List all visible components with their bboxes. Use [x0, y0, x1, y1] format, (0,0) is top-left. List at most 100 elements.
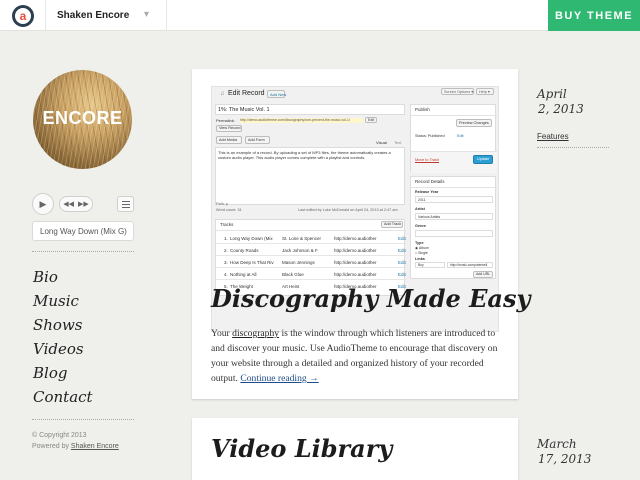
artist-label: Artist — [415, 207, 425, 211]
type-label: Type — [415, 241, 424, 245]
excerpt-text: Your — [211, 328, 233, 339]
nav-item-videos[interactable]: Videos — [33, 337, 93, 361]
editor-path: Path: p — [216, 202, 229, 206]
top-bar: a Shaken Encore ▾ BUY THEME — [0, 0, 640, 31]
next-track-icon[interactable]: ▶▶ — [78, 200, 89, 208]
record-icon: ♫ — [220, 91, 225, 97]
track-number: 3. — [224, 260, 228, 265]
track-row: 2. County Roads Jack Johnson & F http://… — [216, 245, 406, 256]
add-track-button: Add Track — [381, 221, 403, 228]
nav-item-shows[interactable]: Shows — [33, 313, 93, 337]
previous-track-icon[interactable]: ◀◀ — [63, 200, 74, 208]
permalink-label: Permalink: — [216, 118, 235, 123]
post-date-day-year: 2, 2013 — [538, 102, 584, 116]
logo-letter: a — [19, 8, 27, 23]
post-excerpt: Your discography is the window through w… — [211, 326, 501, 386]
buy-theme-button[interactable]: BUY THEME — [548, 0, 640, 31]
permalink-edit-label: Edit — [368, 118, 375, 122]
main-navigation: Bio Music Shows Videos Blog Contact — [33, 265, 93, 409]
title-field: 1%: The Music Vol. 1 — [215, 104, 405, 115]
track-artist: Black Glue — [282, 272, 304, 277]
add-new-label: Add New — [270, 92, 287, 97]
nav-item-music[interactable]: Music — [33, 289, 93, 313]
prev-next-controls: ◀◀ ▶▶ — [59, 196, 93, 212]
permalink-url: http://demo.audiotheme.com/discography/o… — [240, 118, 350, 122]
permalink-edit-button: Edit — [365, 117, 377, 123]
post-title[interactable]: Video Library — [211, 434, 392, 463]
chevron-down-icon[interactable]: ▾ — [144, 9, 149, 20]
editor-body-text: This is an example of a record. By uploa… — [218, 150, 391, 160]
text-tab: Text — [394, 140, 402, 145]
post-card: Video Library — [192, 418, 518, 480]
link-url-value: http://music.computerwell — [450, 263, 488, 267]
links-label: Links — [415, 257, 425, 261]
track-title: County Roads — [230, 248, 259, 253]
post-date-day-year: 17, 2013 — [538, 452, 592, 466]
word-count: Word count: 31 — [216, 208, 242, 212]
divider — [45, 0, 46, 31]
add-media-button: Add Media — [216, 136, 242, 144]
divider — [166, 0, 167, 31]
copyright-text: © Copyright 2013 — [32, 432, 87, 439]
divider — [537, 147, 609, 148]
track-number: 1. — [224, 236, 228, 241]
preview-changes-label: Preview Changes — [459, 121, 489, 125]
post-date-month: March — [537, 437, 577, 451]
track-title: Nothing at All — [230, 272, 257, 277]
nav-item-blog[interactable]: Blog — [33, 361, 93, 385]
move-to-trash-link: Move to Trash — [415, 158, 440, 162]
track-row: 1. Long Way Down (Mix St. Lone & Spencer… — [216, 233, 406, 244]
view-record-label: View Record — [219, 126, 241, 130]
post-date: April 2, 2013 — [537, 87, 627, 117]
artist-field: Various Artists — [415, 213, 493, 220]
link-name-field: Buy — [415, 262, 445, 268]
visual-tab: Visual — [376, 140, 387, 145]
divider — [32, 251, 134, 252]
record-title: 1%: The Music Vol. 1 — [218, 107, 270, 113]
playlist-menu-icon[interactable] — [117, 196, 134, 212]
nav-item-bio[interactable]: Bio — [33, 265, 93, 289]
continue-reading-link[interactable]: Continue reading → — [240, 373, 318, 384]
post-date-month: April — [537, 87, 567, 101]
add-form-button: Add Form — [245, 136, 270, 144]
genre-label: Genre — [415, 224, 426, 228]
publish-heading: Publish — [415, 107, 430, 112]
add-url-button: Add URL — [473, 271, 493, 278]
track-edit-link: Edit — [398, 260, 406, 265]
help-tab: Help ▾ — [476, 88, 494, 95]
nav-item-contact[interactable]: Contact — [33, 385, 93, 409]
tracks-heading: Tracks — [220, 222, 234, 227]
track-row: 4. Nothing at All Black Glue http://demo… — [216, 269, 406, 280]
post-status: Status: Published — [415, 134, 445, 138]
track-url: http://demo.audiother — [334, 248, 377, 253]
track-artist: Mason Jennings — [282, 260, 315, 265]
powered-by-prefix: Powered by — [32, 443, 71, 450]
track-row: 3. How Deep Is That Riv Mason Jennings h… — [216, 257, 406, 268]
artist-value: Various Artists — [418, 215, 441, 219]
audiotheme-logo-icon[interactable]: a — [12, 5, 34, 27]
type-album-label: Album — [418, 246, 429, 250]
release-year-label: Release Year — [415, 190, 439, 194]
post-title[interactable]: Discography Made Easy — [211, 284, 530, 313]
discography-link[interactable]: discography — [232, 328, 279, 339]
post-category-link[interactable]: Features — [537, 132, 569, 141]
site-logo-badge[interactable]: ENCORE — [33, 70, 132, 169]
add-new-button: Add New — [267, 90, 287, 98]
preview-changes-button: Preview Changes — [456, 119, 492, 127]
genre-field — [415, 230, 493, 237]
divider — [32, 419, 134, 420]
track-artist: Jack Johnson & F — [282, 248, 318, 253]
add-media-label: Add Media — [219, 138, 238, 142]
add-track-label: Add Track — [384, 222, 402, 226]
powered-by-link[interactable]: Shaken Encore — [71, 443, 119, 450]
screenshot-heading: Edit Record — [228, 90, 265, 97]
post-date: March 17, 2013 — [537, 437, 627, 467]
theme-switcher-label[interactable]: Shaken Encore — [57, 10, 129, 21]
release-year-field: 2011 — [415, 196, 493, 203]
play-button[interactable]: ▶ — [32, 193, 54, 215]
play-icon: ▶ — [39, 198, 47, 209]
site-logo-text: ENCORE — [42, 108, 123, 128]
current-track-display[interactable]: Long Way Down (Mix G) — [32, 221, 134, 241]
track-url: http://demo.audiother — [334, 236, 377, 241]
type-single-label: Single — [418, 251, 428, 255]
